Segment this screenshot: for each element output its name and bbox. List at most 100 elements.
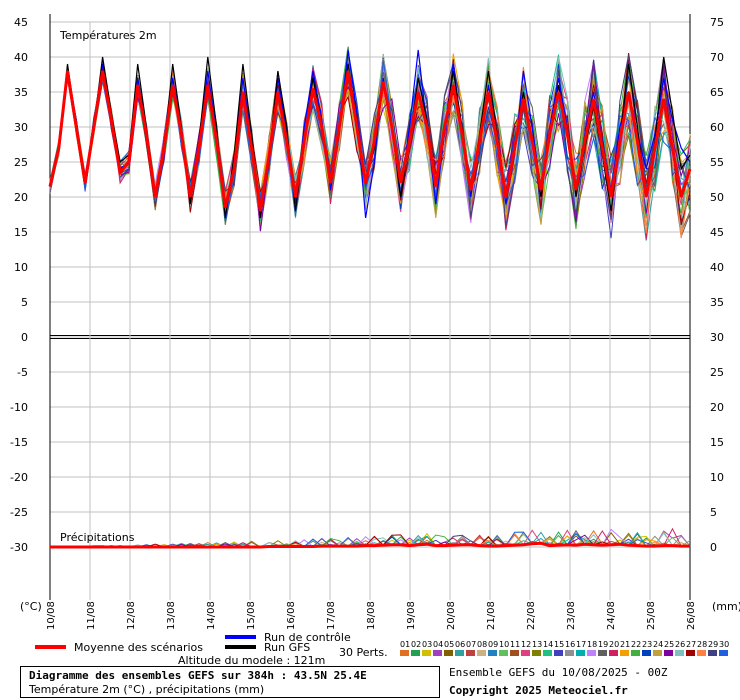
right-tick-label: 10	[710, 471, 724, 484]
pert-legend-swatch	[521, 650, 530, 656]
ensemble-info: Ensemble GEFS du 10/08/2025 - 00Z	[449, 666, 668, 679]
pert-legend-swatch	[565, 650, 574, 656]
date-label: 24/08	[606, 601, 617, 630]
pert-legend-swatch	[587, 650, 596, 656]
pert-legend-swatch	[499, 650, 508, 656]
right-tick-label: 40	[710, 261, 724, 274]
pert-legend-number: 13	[532, 640, 542, 649]
pert-legend-swatch	[488, 650, 497, 656]
pert-legend-number: 14	[543, 640, 553, 649]
left-tick-label: 35	[14, 86, 28, 99]
left-unit: (°C)	[20, 600, 42, 613]
pert-legend-number: 05	[444, 640, 454, 649]
copyright: Copyright 2025 Meteociel.fr	[449, 684, 628, 697]
gfs-legend-label: Run GFS	[264, 641, 310, 654]
left-tick-label: 45	[14, 16, 28, 29]
footer-subtitle: Température 2m (°C) , précipitations (mm…	[29, 683, 265, 696]
date-label: 26/08	[686, 601, 697, 630]
date-label: 14/08	[206, 601, 217, 630]
pert-legend-swatch	[532, 650, 541, 656]
pert-legend-number: 21	[620, 640, 630, 649]
pert-legend-number: 24	[653, 640, 663, 649]
right-tick-label: 30	[710, 331, 724, 344]
pert-legend-number: 03	[422, 640, 432, 649]
right-tick-label: 20	[710, 401, 724, 414]
pert-legend-number: 29	[708, 640, 718, 649]
left-tick-label: 5	[21, 296, 28, 309]
pert-legend-number: 30	[719, 640, 729, 649]
perts-legend-label: 30 Perts.	[339, 646, 388, 659]
pert-legend-number: 27	[686, 640, 696, 649]
right-tick-label: 65	[710, 86, 724, 99]
right-tick-label: 5	[710, 506, 717, 519]
right-tick-label: 50	[710, 191, 724, 204]
pert-legend-swatch	[433, 650, 442, 656]
date-label: 13/08	[166, 601, 177, 630]
left-tick-label: -30	[10, 541, 28, 554]
pert-legend-swatch	[609, 650, 618, 656]
pert-legend-swatch	[455, 650, 464, 656]
right-tick-label: 35	[710, 296, 724, 309]
pert-legend-number: 11	[510, 640, 520, 649]
pert-legend-swatch	[664, 650, 673, 656]
left-tick-label: 15	[14, 226, 28, 239]
pert-legend-number: 08	[477, 640, 487, 649]
pert-legend-swatch	[686, 650, 695, 656]
right-tick-label: 55	[710, 156, 724, 169]
right-tick-label: 0	[710, 541, 717, 554]
pert-legend-number: 01	[400, 640, 410, 649]
date-label: 11/08	[86, 601, 97, 630]
pert-legend-swatch	[466, 650, 475, 656]
pert-legend-number: 25	[664, 640, 674, 649]
date-label: 21/08	[486, 601, 497, 630]
left-tick-label: 20	[14, 191, 28, 204]
pert-legend-number: 16	[565, 640, 575, 649]
mean-legend-label: Moyenne des scénarios	[74, 641, 203, 654]
temp-title: Températures 2m	[59, 29, 157, 42]
left-tick-label: 10	[14, 261, 28, 274]
pert-legend-swatch	[719, 650, 728, 656]
pert-legend-swatch	[422, 650, 431, 656]
right-tick-label: 25	[710, 366, 724, 379]
date-label: 12/08	[126, 601, 137, 630]
pert-legend-swatch	[631, 650, 640, 656]
left-tick-label: -20	[10, 471, 28, 484]
date-label: 20/08	[446, 601, 457, 630]
pert-legend-swatch	[543, 650, 552, 656]
left-tick-label: -25	[10, 506, 28, 519]
pert-legend-number: 23	[642, 640, 652, 649]
right-tick-label: 75	[710, 16, 724, 29]
footer-box: Diagramme des ensembles GEFS sur 384h : …	[20, 666, 440, 698]
pert-legend-number: 26	[675, 640, 685, 649]
pert-legend-number: 12	[521, 640, 531, 649]
left-tick-label: 25	[14, 156, 28, 169]
right-tick-label: 70	[710, 51, 724, 64]
date-label: 23/08	[566, 601, 577, 630]
pert-legend-swatch	[400, 650, 409, 656]
date-label: 10/08	[46, 601, 57, 630]
perturbation-legend: 01 02 03 04 05 06 07 08 09 10 11 12 13 14 15 16 17 18 19 20…	[400, 640, 729, 656]
date-label: 18/08	[366, 601, 377, 630]
pert-legend-swatch	[653, 650, 662, 656]
pert-legend-swatch	[576, 650, 585, 656]
pert-legend-swatch	[697, 650, 706, 656]
pert-legend-swatch	[598, 650, 607, 656]
pert-legend-number: 22	[631, 640, 641, 649]
left-tick-label: -15	[10, 436, 28, 449]
right-tick-label: 45	[710, 226, 724, 239]
pert-legend-number: 09	[488, 640, 498, 649]
right-tick-label: 60	[710, 121, 724, 134]
pert-legend-number: 20	[609, 640, 619, 649]
gefs-ensemble-chart: 45 7540 7035 6530 6025 5520 5015 4510 405 350 30-5…	[10, 14, 740, 667]
pert-legend-swatch	[554, 650, 563, 656]
pert-legend-number: 28	[697, 640, 707, 649]
pert-legend-swatch	[642, 650, 651, 656]
right-unit: (mm)	[712, 600, 740, 613]
pert-legend-number: 10	[499, 640, 509, 649]
pert-legend-number: 18	[587, 640, 597, 649]
precip-title: Précipitations	[60, 531, 135, 544]
pert-legend-swatch	[411, 650, 420, 656]
pert-legend-swatch	[444, 650, 453, 656]
footer-title: Diagramme des ensembles GEFS sur 384h : …	[29, 669, 367, 682]
date-label: 19/08	[406, 601, 417, 630]
